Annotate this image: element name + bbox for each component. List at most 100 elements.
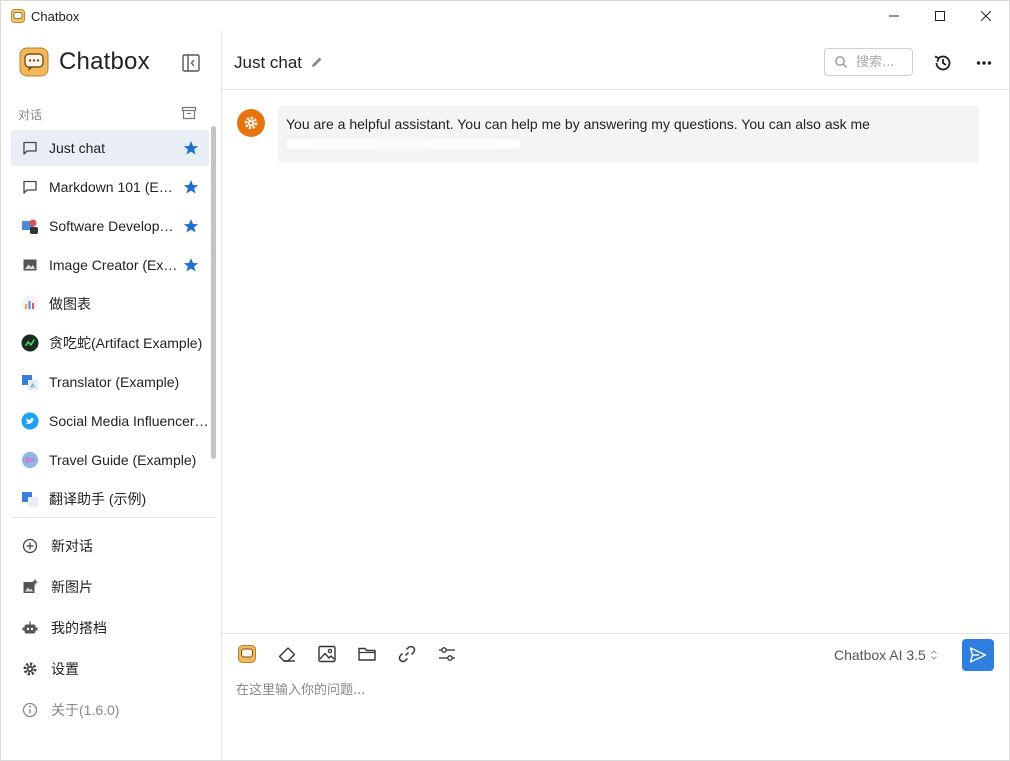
about-button[interactable]: 关于(1.6.0)	[11, 689, 211, 730]
minimize-icon	[889, 15, 899, 17]
composer: Chatbox AI 3.5	[222, 633, 1009, 760]
chat-bubble-icon	[21, 178, 39, 196]
my-copilots-button[interactable]: 我的搭档	[11, 607, 211, 648]
session-label: Travel Guide (Example)	[49, 452, 197, 468]
model-name: Chatbox AI 3.5	[834, 647, 926, 663]
new-image-button[interactable]: 新图片	[11, 566, 211, 607]
window-title: Chatbox	[31, 8, 80, 24]
close-button[interactable]	[963, 1, 1009, 31]
sliders-icon	[439, 647, 455, 661]
robot-icon	[21, 619, 39, 637]
star-icon[interactable]	[183, 218, 199, 234]
folder-icon	[358, 647, 376, 661]
gear-icon	[21, 660, 39, 678]
session-item[interactable]: Software Developer (Example)	[11, 208, 209, 244]
snake-avatar-icon	[21, 334, 39, 352]
session-label: Just chat	[49, 140, 106, 156]
session-item[interactable]: 翻译助手 (示例)	[11, 481, 209, 517]
window-controls	[871, 1, 1009, 31]
session-label: Translator (Example)	[49, 374, 180, 390]
session-label: 做图表	[49, 296, 91, 312]
sidebar: Chatbox 对话 Just chat Markdown 101 (Exa S…	[1, 31, 222, 760]
star-icon[interactable]	[183, 257, 199, 273]
session-item[interactable]: Markdown 101 (Example)	[11, 169, 209, 205]
main-panel: Just chat You are a helpful assistant. Y…	[222, 31, 1009, 760]
section-label: 对话	[18, 108, 43, 122]
close-icon	[981, 11, 991, 21]
add-image-icon	[21, 578, 39, 596]
app-window: Chatbox Chatbox 对话 Just chat Markdown 10…	[0, 0, 1010, 761]
attach-image-button[interactable]	[317, 644, 337, 664]
session-label: 翻译助手 (示例)	[49, 491, 147, 507]
brand-name: Chatbox	[59, 48, 150, 75]
composer-toolbar	[237, 644, 477, 664]
archive-icon[interactable]	[181, 105, 197, 121]
globe-avatar-icon	[21, 451, 39, 469]
session-item[interactable]: 贪吃蛇(Artifact Example)	[11, 325, 209, 361]
more-horizontal-icon[interactable]	[973, 52, 995, 74]
copilot-button[interactable]	[237, 644, 257, 664]
session-label: Markdown 101 (Example)	[49, 179, 179, 195]
session-label: Software Developer (Example)	[49, 218, 179, 234]
settings-label: 设置	[51, 660, 79, 677]
image-icon	[318, 645, 336, 663]
chat-bubble-icon	[21, 139, 39, 157]
message-input[interactable]	[236, 679, 976, 739]
new-chat-button[interactable]: 新对话	[11, 525, 211, 566]
settings-button[interactable]: 设置	[11, 648, 211, 689]
image-icon	[21, 256, 39, 274]
star-icon[interactable]	[183, 179, 199, 195]
system-avatar	[237, 109, 265, 137]
session-item[interactable]: Travel Guide (Example)	[11, 442, 209, 478]
link-icon	[398, 645, 416, 663]
search-box[interactable]	[824, 48, 913, 76]
new-image-label: 新图片	[51, 578, 93, 595]
model-selector[interactable]: Chatbox AI 3.5	[834, 647, 938, 663]
send-button[interactable]	[962, 639, 994, 671]
brand: Chatbox	[19, 47, 150, 77]
sidebar-menu: 新对话 新图片 我的搭档 设置 关于(1.6.0)	[11, 525, 211, 730]
star-icon[interactable]	[183, 140, 199, 156]
maximize-icon	[935, 11, 945, 21]
session-item[interactable]: A Translator (Example)	[11, 364, 209, 400]
attach-file-button[interactable]	[357, 644, 377, 664]
chat-title[interactable]: Just chat	[234, 53, 302, 73]
clear-context-button[interactable]	[277, 644, 297, 664]
new-chat-label: 新对话	[51, 537, 93, 554]
session-item[interactable]: Social Media Influencer (Example)	[11, 403, 209, 439]
session-list: Just chat Markdown 101 (Example) Softwar…	[11, 130, 211, 517]
message-fade	[286, 139, 521, 149]
chat-settings-button[interactable]	[437, 644, 457, 664]
history-icon[interactable]	[932, 52, 954, 74]
maximize-button[interactable]	[917, 1, 963, 31]
message-text: You are a helpful assistant. You can hel…	[286, 116, 870, 132]
chatbox-logo-icon	[238, 645, 256, 663]
session-item[interactable]: Image Creator (Example)	[11, 247, 209, 283]
search-icon	[835, 56, 848, 69]
session-item[interactable]: 做图表	[11, 286, 209, 322]
about-label: 关于(1.6.0)	[51, 701, 120, 718]
session-label: 贪吃蛇(Artifact Example)	[49, 335, 203, 351]
chevron-up-down-icon	[930, 650, 937, 660]
message-bubble: You are a helpful assistant. You can hel…	[278, 106, 979, 163]
pencil-icon[interactable]	[310, 55, 324, 69]
attach-link-button[interactable]	[397, 644, 417, 664]
my-copilots-label: 我的搭档	[51, 619, 107, 636]
search-input[interactable]	[856, 54, 912, 70]
info-icon	[21, 701, 39, 719]
sidebar-scrollbar[interactable]	[211, 126, 216, 459]
twitter-avatar-icon	[21, 412, 39, 430]
session-label: Social Media Influencer (Example)	[49, 413, 209, 429]
session-item[interactable]: Just chat	[11, 130, 209, 166]
add-circle-icon	[21, 537, 39, 555]
session-label: Image Creator (Example)	[49, 257, 179, 273]
gear-icon	[244, 116, 258, 130]
eraser-icon	[278, 647, 296, 662]
collapse-sidebar-icon[interactable]	[180, 52, 202, 74]
minimize-button[interactable]	[871, 1, 917, 31]
send-icon	[969, 647, 987, 663]
chat-header: Just chat	[222, 31, 1009, 90]
chatbox-logo-icon	[19, 47, 49, 77]
sidebar-divider	[11, 517, 217, 518]
chart-avatar-icon	[21, 295, 39, 313]
